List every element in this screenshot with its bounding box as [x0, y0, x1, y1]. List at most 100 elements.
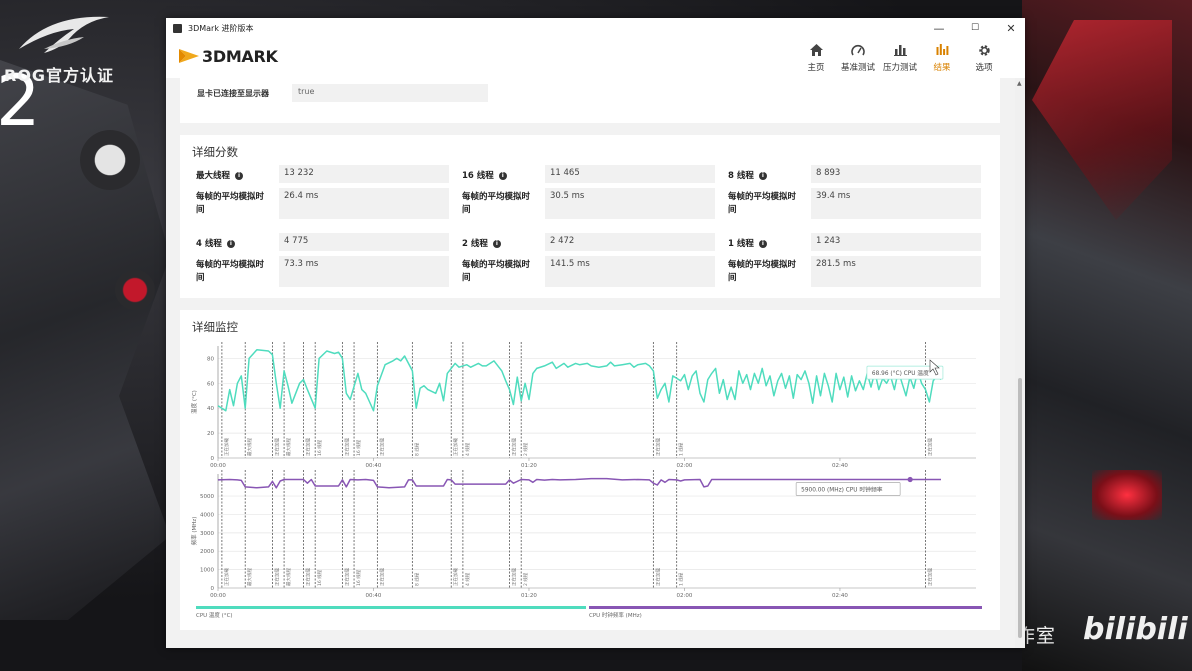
info-icon[interactable]: i: [234, 172, 243, 180]
background-artwork-red-glow: [1092, 470, 1162, 520]
segment-marker-label: 2 线程: [522, 442, 529, 456]
background-artwork-dial: [80, 130, 140, 190]
frame-time-label: 每帧的平均模拟时间: [728, 260, 797, 283]
nav-benchmarks-label: 基准测试: [840, 63, 875, 73]
frame-time-label: 每帧的平均模拟时间: [196, 192, 265, 215]
minimize-button[interactable]: —: [925, 18, 953, 38]
segment-marker-label: 正在加载: [511, 568, 518, 586]
info-icon[interactable]: i: [226, 240, 235, 248]
frame-time-value: 30.5 ms: [545, 188, 715, 219]
score-value: 1 243: [811, 233, 981, 251]
gear-icon: [963, 42, 1005, 58]
segment-marker-label: 正在加载: [654, 568, 661, 586]
segment-marker-label: 正在加载: [305, 568, 312, 586]
detailed-scores-card: 详细分数 最大线程 i 13 232 每帧的平均模拟时间 26.4 ms 16 …: [180, 135, 1000, 298]
frame-time-value: 281.5 ms: [811, 256, 981, 287]
segment-marker-label: 正在加载: [452, 568, 459, 586]
y-tick-label: 40: [207, 406, 214, 412]
segment-marker-label: 16 线程: [316, 439, 323, 456]
title-bar[interactable]: 3DMark 进阶版本 — ☐ ✕: [166, 18, 1025, 38]
y-axis-label: 频率 (MHz): [190, 517, 198, 546]
score-label-text: 8 线程: [728, 171, 754, 181]
x-tick-label: 02:40: [832, 593, 848, 599]
score-label: 4 线程 i: [196, 237, 235, 249]
app-header: 3DMARK 主页 基准测试 压力测试 结果 选项: [166, 38, 1025, 78]
segment-marker-label: 1 线程: [678, 572, 685, 586]
frame-time-value: 73.3 ms: [279, 256, 449, 287]
segment-marker-label: 正在加载: [273, 438, 280, 456]
legend-label: CPU 温度 (°C): [196, 611, 233, 619]
3dmark-logo: 3DMARK: [178, 46, 278, 66]
score-label: 8 线程 i: [728, 169, 767, 181]
y-tick-label: 4000: [200, 512, 214, 518]
system-info-card: 显卡已连接至显示器 true: [180, 78, 1000, 123]
nav-benchmarks[interactable]: 基准测试: [837, 42, 879, 73]
segment-marker-label: 16 线程: [355, 569, 362, 586]
bilibili-watermark: bilibili: [1083, 612, 1188, 647]
y-axis-label: 温度 (°C): [190, 390, 198, 414]
segment-marker-label: 最大线程: [285, 438, 292, 456]
segment-marker-label: 正在加载: [378, 438, 385, 456]
content-scrollbar[interactable]: ▲: [1015, 78, 1025, 648]
nav-options[interactable]: 选项: [963, 42, 1005, 73]
y-tick-label: 80: [207, 356, 214, 362]
score-label: 1 线程 i: [728, 237, 767, 249]
info-icon[interactable]: i: [492, 240, 501, 248]
results-icon: [921, 42, 963, 58]
info-icon[interactable]: i: [758, 172, 767, 180]
nav-stress-tests[interactable]: 压力测试: [879, 42, 921, 73]
segment-marker-label: 1 线程: [678, 442, 685, 456]
frame-time-value: 26.4 ms: [279, 188, 449, 219]
score-label: 16 线程 i: [462, 169, 507, 181]
segment-marker-label: 正在加载: [223, 568, 230, 586]
logo-text: 3DMARK: [202, 46, 278, 66]
nav-stress-tests-label: 压力测试: [882, 63, 917, 73]
x-tick-label: 01:20: [521, 463, 537, 469]
close-button[interactable]: ✕: [997, 18, 1025, 38]
segment-marker-label: 正在加载: [378, 568, 385, 586]
segment-marker-label: 最大线程: [285, 568, 292, 586]
info-icon[interactable]: i: [498, 172, 507, 180]
info-icon[interactable]: i: [758, 240, 767, 248]
segment-marker-label: 正在加载: [926, 438, 933, 456]
monitoring-charts[interactable]: 0 20 40 60 80 温度 (°C) 00:00 00:40 01:20 02:00 02:4…: [180, 310, 1000, 630]
rog-certification-badge: ROG官方认证: [4, 66, 115, 85]
maximize-button[interactable]: ☐: [961, 18, 989, 38]
frame-time-label: 每帧的平均模拟时间: [462, 260, 531, 283]
nav-results[interactable]: 结果: [921, 42, 963, 73]
segment-marker-label: 正在加载: [273, 568, 280, 586]
segment-marker-label: 正在加载: [343, 438, 350, 456]
series-line: [217, 348, 942, 412]
tooltip-text: 68.96 (°C) CPU 温度: [872, 369, 929, 377]
frame-time-label: 每帧的平均模拟时间: [196, 260, 265, 283]
scroll-up-arrow-icon[interactable]: ▲: [1017, 80, 1022, 87]
scrollbar-thumb[interactable]: [1018, 378, 1022, 638]
score-value: 11 465: [545, 165, 715, 183]
x-tick-label: 00:00: [210, 593, 226, 599]
x-tick-label: 02:00: [677, 463, 693, 469]
home-icon: [795, 42, 837, 58]
score-label-text: 4 线程: [196, 239, 222, 249]
segment-marker-label: 16 线程: [355, 439, 362, 456]
frame-time-label: 每帧的平均模拟时间: [728, 192, 797, 215]
nav-results-label: 结果: [933, 63, 951, 73]
segment-marker-label: 正在加载: [511, 438, 518, 456]
x-tick-label: 00:40: [366, 593, 382, 599]
app-window: 3DMark 进阶版本 — ☐ ✕ 3DMARK 主页 基准测试 压力测试 结果…: [166, 18, 1025, 648]
hover-point: [907, 476, 913, 483]
segment-marker-label: 8 线程: [413, 442, 420, 456]
bar-chart-icon: [879, 42, 921, 58]
score-label: 2 线程 i: [462, 237, 501, 249]
score-label-text: 最大线程: [196, 171, 231, 181]
score-label-text: 2 线程: [462, 239, 488, 249]
x-tick-label: 01:20: [521, 593, 537, 599]
frame-time-label: 每帧的平均模拟时间: [462, 192, 531, 215]
segment-marker-label: 正在加载: [926, 568, 933, 586]
segment-marker-label: 4 线程: [464, 572, 471, 586]
nav-home[interactable]: 主页: [795, 42, 837, 73]
y-tick-label: 5000: [200, 494, 214, 500]
score-value: 8 893: [811, 165, 981, 183]
x-tick-label: 00:00: [210, 463, 226, 469]
segment-marker-label: 正在加载: [654, 438, 661, 456]
nav-options-label: 选项: [975, 63, 993, 73]
